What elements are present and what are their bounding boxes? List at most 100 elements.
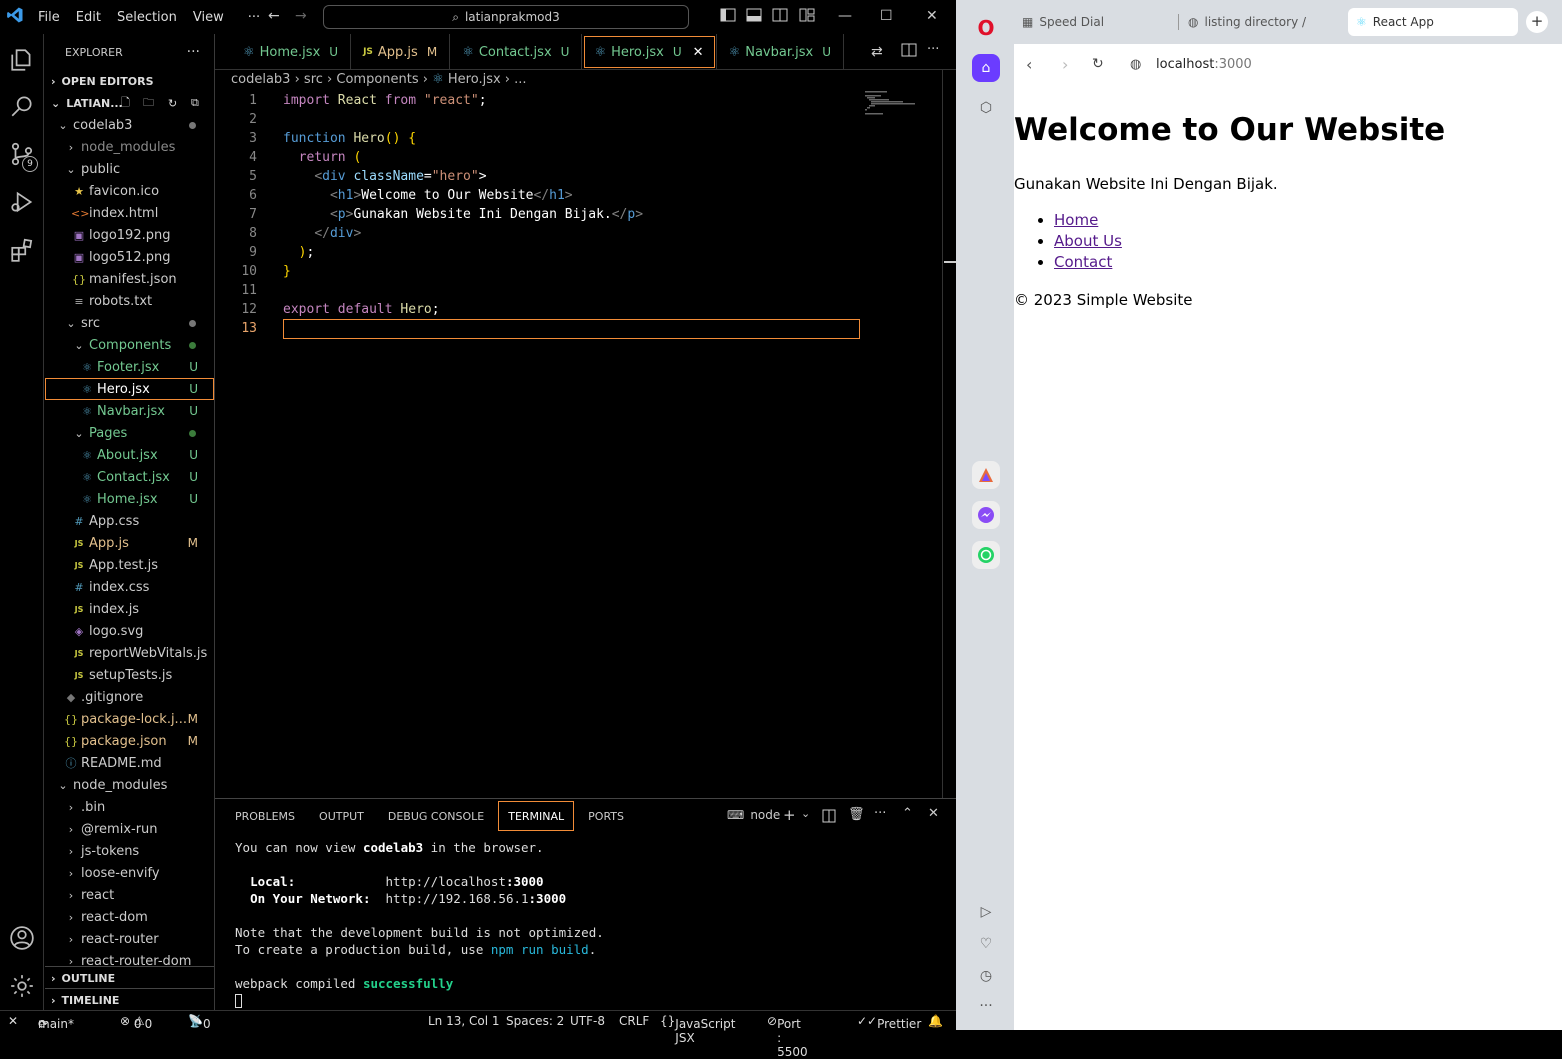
back-icon[interactable]: ‹ — [1026, 55, 1032, 74]
code-line[interactable]: 11 — [215, 281, 956, 300]
toggle-secondary-sidebar-icon[interactable] — [772, 8, 788, 26]
run-debug-icon[interactable] — [0, 182, 44, 222]
customize-layout-icon[interactable] — [799, 8, 815, 26]
new-tab-button[interactable]: + — [1526, 11, 1548, 33]
collapse-all-icon[interactable]: ⧉ — [191, 96, 199, 110]
open-changes-icon[interactable]: ⇄ — [871, 44, 883, 60]
tree-folder[interactable]: ⌄ src — [45, 312, 214, 334]
tree-folder[interactable]: ⌄ Components — [45, 334, 214, 356]
tree-folder[interactable]: › node_modules — [45, 136, 214, 158]
heart-icon[interactable]: ♡ — [972, 930, 1000, 958]
new-terminal-icon[interactable]: + — [783, 806, 796, 824]
maximize-panel-icon[interactable]: ⌃ — [902, 806, 913, 821]
tree-folder[interactable]: › loose-envify — [45, 862, 214, 884]
menu-edit[interactable]: Edit — [68, 10, 109, 25]
cursor-position[interactable]: Ln 13, Col 1 — [428, 1014, 500, 1028]
url-field[interactable]: localhost:3000 — [1156, 57, 1252, 72]
tree-folder[interactable]: › js-tokens — [45, 840, 214, 862]
toggle-panel-icon[interactable] — [746, 8, 762, 26]
close-window-icon[interactable]: ✕ — [926, 8, 938, 24]
new-file-icon[interactable]: 🗋 — [121, 94, 130, 113]
tree-folder[interactable]: › react — [45, 884, 214, 906]
remote-icon[interactable]: ✕ — [8, 1014, 18, 1028]
tree-folder[interactable]: › .bin — [45, 796, 214, 818]
line-ending[interactable]: CRLF — [619, 1014, 649, 1028]
tree-file[interactable]: ▣ logo512.png — [45, 246, 214, 268]
chevron-down-icon[interactable]: ⌄ — [801, 807, 810, 820]
tree-folder[interactable]: › @remix-run — [45, 818, 214, 840]
command-center-search[interactable]: ⌕ latianprakmod3 — [323, 5, 689, 29]
tab-listing-directory[interactable]: ◍ listing directory / — [1180, 8, 1344, 36]
panel-tab-problems[interactable]: PROBLEMS — [223, 799, 307, 833]
language-mode[interactable]: {} JavaScript JSX — [660, 1014, 735, 1045]
tree-file[interactable]: ⚛ About.jsx U — [45, 444, 214, 466]
breadcrumb-item[interactable]: ... — [514, 72, 526, 87]
tree-file[interactable]: {} manifest.json — [45, 268, 214, 290]
terminal-output[interactable]: You can now view codelab3 in the browser… — [235, 839, 604, 1008]
new-folder-icon[interactable]: 🗀 — [143, 94, 154, 113]
nav-link-home[interactable]: Home — [1054, 211, 1098, 229]
panel-tab-debug-console[interactable]: DEBUG CONSOLE — [376, 799, 496, 833]
site-info-globe-icon[interactable]: ◍ — [1130, 57, 1141, 72]
split-terminal-icon[interactable] — [822, 809, 836, 827]
tree-file[interactable]: JS setupTests.js — [45, 664, 214, 686]
code-line[interactable]: 8 </div> — [215, 224, 956, 243]
menu-view[interactable]: View — [185, 10, 232, 25]
code-line[interactable]: 5 <div className="hero"> — [215, 167, 956, 186]
tree-file[interactable]: {} package-lock.j... M — [45, 708, 214, 730]
tree-folder[interactable]: › react-router — [45, 928, 214, 950]
reload-icon[interactable]: ↻ — [1092, 56, 1104, 72]
explorer-icon[interactable] — [0, 40, 44, 80]
editor-tab[interactable]: ⚛ Contact.jsx U — [450, 34, 583, 70]
tree-file[interactable]: JS reportWebVitals.js — [45, 642, 214, 664]
terminal-selector[interactable]: ⌨ node — [727, 808, 780, 822]
menu-selection[interactable]: Selection — [109, 10, 185, 25]
maximize-icon[interactable]: ☐ — [880, 8, 893, 24]
extensions-icon[interactable] — [0, 230, 44, 270]
editor-tab[interactable]: JS App.js M — [351, 34, 451, 70]
code-line[interactable]: 7 <p>Gunakan Website Ini Dengan Bijak.</… — [215, 205, 956, 224]
code-line[interactable]: 2 — [215, 110, 956, 129]
prettier-item[interactable]: ✓✓ Prettier — [857, 1014, 921, 1031]
timeline-section[interactable]: › TIMELINE — [45, 988, 214, 1010]
tree-folder[interactable]: › react-dom — [45, 906, 214, 928]
forward-icon[interactable]: › — [1062, 55, 1068, 74]
explorer-more-button[interactable]: ··· — [187, 44, 200, 60]
code-line[interactable]: 12 export default Hero; — [215, 300, 956, 319]
nav-link-about[interactable]: About Us — [1054, 232, 1122, 250]
code-line[interactable]: 10} — [215, 262, 956, 281]
tree-folder[interactable]: ⌄ Pages — [45, 422, 214, 444]
tree-file[interactable]: # index.css — [45, 576, 214, 598]
tree-file[interactable]: JS App.test.js — [45, 554, 214, 576]
panel-tab-ports[interactable]: PORTS — [576, 799, 636, 833]
panel-tab-terminal[interactable]: TERMINAL — [496, 799, 576, 833]
search-view-icon[interactable] — [0, 86, 44, 126]
tree-file[interactable]: <> index.html — [45, 202, 214, 224]
split-editor-icon[interactable] — [901, 43, 917, 61]
code-line[interactable]: 9 ); — [215, 243, 956, 262]
menu-file[interactable]: File — [30, 10, 68, 25]
tree-file[interactable]: ⚛ Navbar.jsx U — [45, 400, 214, 422]
tab-speed-dial[interactable]: ▦ Speed Dial — [1014, 8, 1174, 36]
code-line[interactable]: 4 return ( — [215, 148, 956, 167]
tree-file[interactable]: ⓘ README.md — [45, 752, 214, 774]
tree-file[interactable]: ◆ .gitignore — [45, 686, 214, 708]
manage-gear-icon[interactable] — [0, 966, 44, 1006]
indentation[interactable]: Spaces: 2 — [506, 1014, 564, 1028]
tree-file[interactable]: ◈ logo.svg — [45, 620, 214, 642]
opera-logo-icon[interactable]: O — [972, 14, 1000, 42]
panel-more-icon[interactable]: ··· — [874, 806, 886, 821]
forward-arrow-icon[interactable]: → — [295, 8, 307, 24]
open-editors-section[interactable]: › OPEN EDITORS — [45, 70, 214, 92]
minimap[interactable] — [865, 91, 935, 121]
breadcrumb-item[interactable]: codelab3 — [231, 72, 290, 87]
code-line[interactable]: 3 function Hero() { — [215, 129, 956, 148]
tree-file[interactable]: ▣ logo192.png — [45, 224, 214, 246]
cube-icon[interactable]: ⬡ — [972, 94, 1000, 122]
tab-react-app[interactable]: ⚛ React App — [1348, 8, 1518, 36]
trash-icon[interactable]: 🗑 — [848, 807, 865, 822]
code-line[interactable]: 13 — [215, 318, 956, 339]
close-panel-icon[interactable]: ✕ — [928, 806, 939, 821]
refresh-icon[interactable]: ↻ — [168, 97, 177, 110]
editor-tab[interactable]: ⚛ Hero.jsx U ✕ — [582, 34, 717, 70]
